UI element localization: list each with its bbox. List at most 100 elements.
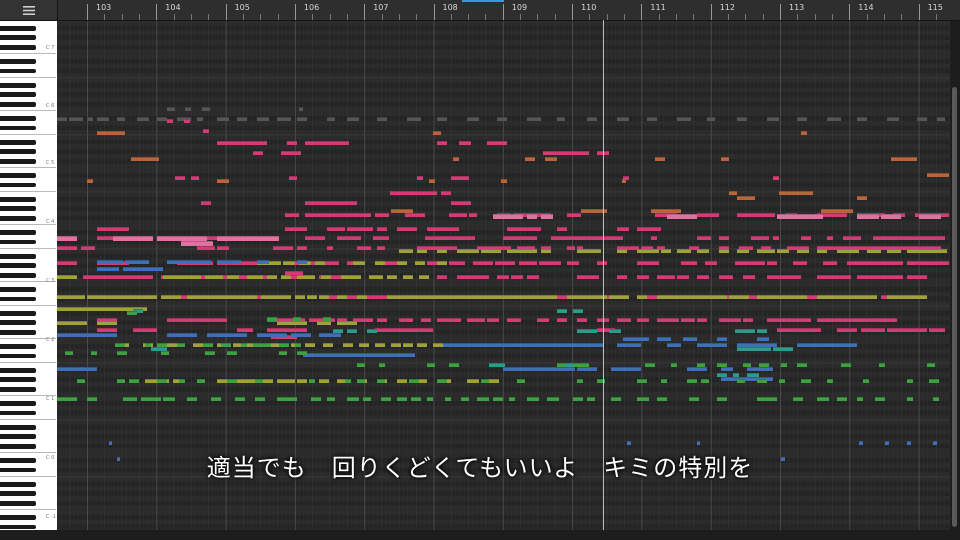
note-edge [375,343,385,344]
black-key[interactable] [0,92,36,97]
black-key[interactable] [0,59,36,64]
black-key[interactable] [0,287,36,292]
note-edge [627,441,631,442]
note-edge [449,261,465,262]
black-key[interactable] [0,434,36,439]
note-edge [441,246,451,247]
white-key-divider [0,362,56,363]
note-edge [377,117,387,118]
black-key[interactable] [0,320,36,325]
note-edge [97,260,123,261]
note-edge [837,397,847,398]
note-edge [399,318,413,319]
note-edge [97,321,117,322]
black-key[interactable] [0,125,36,131]
note-edge [353,261,365,262]
note-edge [767,261,777,262]
timeline-ruler[interactable]: 103 104 105 106 107 108 109 110 111 112 113 114 115 [57,0,950,20]
note-edge [887,249,901,250]
note-edge [573,397,583,398]
ruler-beat-tick [208,14,210,20]
black-key[interactable] [0,491,36,496]
ruler-bar-line [364,4,366,20]
note-edge [757,377,773,378]
black-key[interactable] [0,310,36,316]
note-edge [369,275,383,276]
black-key[interactable] [0,410,36,416]
hamburger-menu-icon[interactable] [0,0,58,20]
note-edge [859,441,863,442]
black-key[interactable] [0,139,36,145]
note-edge [353,318,373,319]
note-edge [667,214,697,215]
black-key[interactable] [0,524,36,530]
black-key[interactable] [0,377,36,382]
note-edge [877,246,917,247]
note-edge [687,295,727,296]
note-edge [327,246,333,247]
black-key[interactable] [0,401,36,406]
note-edge [255,397,265,398]
note-edge [657,318,679,319]
note-edge [837,318,867,319]
black-key[interactable] [0,239,36,245]
black-key[interactable] [0,173,36,178]
black-key[interactable] [0,253,36,259]
ruler-beat-tick [935,14,937,20]
black-key[interactable] [0,25,36,31]
note-edge [637,275,649,276]
black-key[interactable] [0,158,36,164]
note-edge [97,131,125,132]
note-edge [297,275,315,276]
note-edge [449,363,459,364]
black-key[interactable] [0,424,36,430]
black-key[interactable] [0,296,36,302]
note-edge [177,117,191,118]
note-edge [503,367,559,368]
black-key[interactable] [0,44,36,50]
black-key[interactable] [0,500,36,506]
horizontal-scrollbar[interactable] [0,530,960,540]
note-edge [123,397,137,398]
black-key[interactable] [0,182,36,188]
note-edge [117,379,125,380]
note-edge [467,379,479,380]
note-edge [779,379,785,380]
note-edge [683,337,697,338]
note-edge [743,318,753,319]
black-key[interactable] [0,263,36,268]
black-key[interactable] [0,329,36,335]
note-edge [759,363,769,364]
note-edge [915,213,939,214]
black-key[interactable] [0,206,36,211]
ruler-bar-line [502,4,504,20]
ruler-beat-tick [883,14,885,20]
black-key[interactable] [0,272,36,278]
black-key[interactable] [0,515,36,520]
note-edge [827,236,833,237]
black-key[interactable] [0,82,36,88]
note-edge [567,261,579,262]
black-key[interactable] [0,353,36,359]
note-edge [405,213,425,214]
black-key[interactable] [0,196,36,202]
black-key[interactable] [0,68,36,74]
black-key[interactable] [0,149,36,154]
note-edge [927,173,949,174]
note-edge [319,333,341,334]
note-edge [347,117,359,118]
black-key[interactable] [0,386,36,392]
note-edge [761,246,771,247]
note-edge [151,347,167,348]
black-key[interactable] [0,344,36,349]
note-edge [773,176,779,177]
black-key[interactable] [0,215,36,221]
note-edge [97,328,117,329]
black-key[interactable] [0,230,36,235]
black-key[interactable] [0,367,36,373]
black-key[interactable] [0,101,36,107]
note-edge [587,117,597,118]
note-edge [531,227,541,228]
black-key[interactable] [0,35,36,40]
black-key[interactable] [0,116,36,121]
